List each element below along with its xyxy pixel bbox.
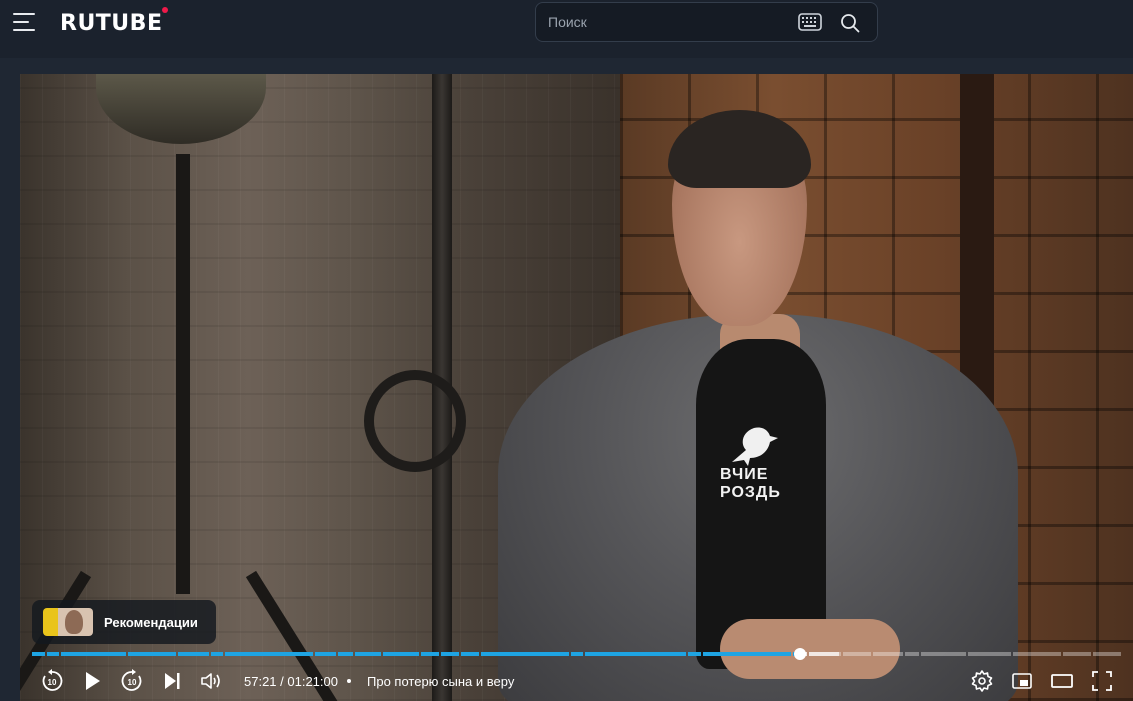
search-box [535, 2, 878, 42]
logo-dot [162, 7, 169, 13]
progress-played [571, 652, 583, 656]
gear-icon[interactable] [969, 668, 995, 694]
svg-text:10: 10 [48, 678, 57, 687]
progress-segment[interactable] [921, 652, 966, 656]
shirt-print-text: ВЧИЕ РОЗДЬ [720, 466, 781, 501]
separator-dot [347, 679, 351, 683]
svg-text:10: 10 [128, 678, 137, 687]
progress-segment[interactable] [905, 652, 919, 656]
picture-in-picture-icon[interactable] [1009, 668, 1035, 694]
progress-played [421, 652, 439, 656]
progress-played [178, 652, 209, 656]
valve-wheel [364, 370, 466, 472]
logo-text: RUTUBE [60, 10, 163, 36]
progress-played [461, 652, 479, 656]
fullscreen-icon[interactable] [1089, 668, 1115, 694]
time-display: 57:21 / 01:21:00 [244, 674, 338, 689]
progress-played [211, 652, 223, 656]
top-header: RUTUBE [0, 0, 1133, 58]
progress-segment[interactable] [1013, 652, 1061, 656]
progress-played [383, 652, 419, 656]
progress-segment[interactable] [968, 652, 1011, 656]
keyboard-icon[interactable] [798, 13, 822, 31]
progress-buffered [809, 652, 839, 656]
forward-10-icon[interactable]: 10 [119, 668, 145, 694]
chapter-title[interactable]: Про потерю сына и веру [367, 674, 514, 689]
progress-played [703, 652, 791, 656]
progress-segment[interactable] [1063, 652, 1091, 656]
progress-played [32, 652, 45, 656]
bird-print-icon [724, 414, 784, 474]
progress-segment[interactable] [843, 652, 871, 656]
progress-played [585, 652, 686, 656]
recommendations-label: Рекомендации [104, 614, 198, 630]
recommendation-thumbnail [43, 608, 93, 636]
search-input[interactable] [548, 3, 788, 41]
progress-segment[interactable] [873, 652, 903, 656]
progress-played [315, 652, 336, 656]
rewind-10-icon[interactable]: 10 [39, 668, 65, 694]
progress-played [688, 652, 701, 656]
hamburger-menu-icon[interactable] [12, 10, 36, 34]
progress-played [61, 652, 126, 656]
volume-icon[interactable] [198, 668, 224, 694]
progress-played [225, 652, 313, 656]
progress-played [47, 652, 59, 656]
player-controls: 10 10 57:21 / 01:21:00 Про потерю сына и… [20, 662, 1133, 701]
recommendations-button[interactable]: Рекомендации [32, 600, 216, 644]
progress-played [338, 652, 353, 656]
next-icon[interactable] [159, 668, 185, 694]
progress-played [355, 652, 381, 656]
play-icon[interactable] [79, 668, 105, 694]
search-icon[interactable] [840, 13, 860, 33]
progress-played [481, 652, 569, 656]
progress-bar[interactable] [32, 648, 1122, 660]
theater-mode-icon[interactable] [1049, 668, 1075, 694]
progress-segment[interactable] [1093, 652, 1121, 656]
progress-played [441, 652, 459, 656]
video-player[interactable]: ВЧИЕ РОЗДЬ Рекомендации 10 10 57:21 / 01… [20, 74, 1133, 701]
rutube-logo[interactable]: RUTUBE [60, 7, 169, 38]
progress-played [128, 652, 176, 656]
